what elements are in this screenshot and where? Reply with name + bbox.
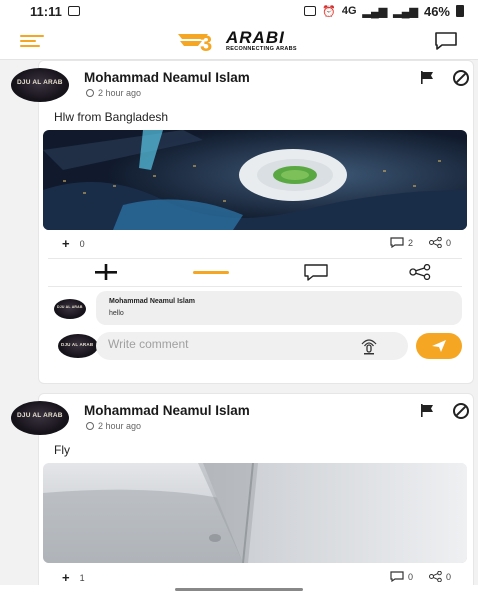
my-avatar: DJU AL ARAB [58, 334, 98, 358]
block-icon[interactable] [453, 403, 469, 419]
send-icon [432, 340, 446, 352]
share-count[interactable]: 0 [429, 571, 451, 582]
brand-tagline: RECONNECTING ARABS [226, 46, 297, 52]
divider [48, 286, 462, 287]
post-image[interactable] [43, 463, 467, 563]
comment-author[interactable]: Mohammad Neamul Islam [109, 298, 195, 305]
comment-button[interactable] [302, 262, 330, 282]
plus-icon: + [62, 236, 70, 251]
post-author[interactable]: Mohammad Neamul Islam [84, 403, 250, 418]
share-button[interactable] [406, 262, 434, 282]
clock-icon [86, 422, 94, 430]
plus-icon [95, 264, 117, 280]
send-button[interactable] [416, 333, 462, 359]
battery-percent: 46% [423, 3, 450, 19]
comment-avatar[interactable]: DJU AL ARAB [54, 299, 86, 319]
home-gesture-handle[interactable] [175, 588, 303, 591]
comment-text: hello [109, 310, 124, 317]
svg-text:3: 3 [200, 31, 212, 52]
like-button[interactable] [90, 262, 122, 282]
brand-name: ARABI [226, 28, 285, 47]
camera-icon [304, 6, 317, 16]
post-time: 2 hour ago [86, 421, 141, 431]
post-text: Hlw from Bangladesh [54, 110, 169, 124]
react-indicator[interactable] [192, 262, 230, 282]
signal-icon-2: ▂▄▆ [393, 5, 418, 18]
post-time: 2 hour ago [86, 88, 141, 98]
app-bar: 3 ARABI RECONNECTING ARABS [0, 22, 478, 60]
like-count[interactable]: + 0 [62, 236, 85, 251]
comment-icon [390, 237, 404, 248]
alarm-icon: ⏰ [322, 5, 336, 18]
status-bar: 11:11 ⏰ 4G ▂▄▆ ▂▄▆ 46% [0, 0, 478, 22]
comment-count[interactable]: 0 [390, 571, 413, 582]
comment-icon [390, 571, 404, 582]
comment-bubble [96, 291, 462, 325]
avatar[interactable]: DJU AL ARAB [11, 68, 69, 102]
share-icon [409, 264, 431, 280]
clock-icon [86, 89, 94, 97]
post-image[interactable] [43, 130, 467, 230]
avatar[interactable]: DJU AL ARAB [11, 401, 69, 435]
menu-icon[interactable] [20, 35, 44, 47]
plus-icon: + [62, 570, 70, 585]
block-icon[interactable] [453, 70, 469, 86]
flag-icon[interactable] [420, 404, 434, 417]
system-nav-bar [0, 585, 478, 595]
flag-icon[interactable] [420, 71, 434, 84]
brand-logo: 3 ARABI RECONNECTING ARABS [178, 28, 302, 56]
logo-mark-icon: 3 [178, 31, 212, 52]
status-time: 11:11 [30, 3, 62, 19]
comment-icon [304, 263, 328, 281]
chat-icon[interactable] [434, 31, 458, 51]
network-label: 4G [341, 5, 357, 17]
comment-count[interactable]: 2 [390, 237, 413, 248]
share-icon [429, 571, 442, 582]
share-count[interactable]: 0 [429, 237, 451, 248]
post-text: Fly [54, 443, 70, 457]
voice-icon[interactable] [359, 337, 379, 355]
post-author[interactable]: Mohammad Neamul Islam [84, 70, 250, 85]
gallery-icon [67, 6, 80, 16]
divider [48, 258, 462, 259]
comment-input[interactable] [108, 337, 308, 351]
signal-icon: ▂▄▆ [362, 5, 388, 18]
battery-icon [456, 5, 464, 17]
comment-input-box [96, 332, 408, 360]
like-count[interactable]: + 1 [62, 570, 85, 585]
share-icon [429, 237, 442, 248]
